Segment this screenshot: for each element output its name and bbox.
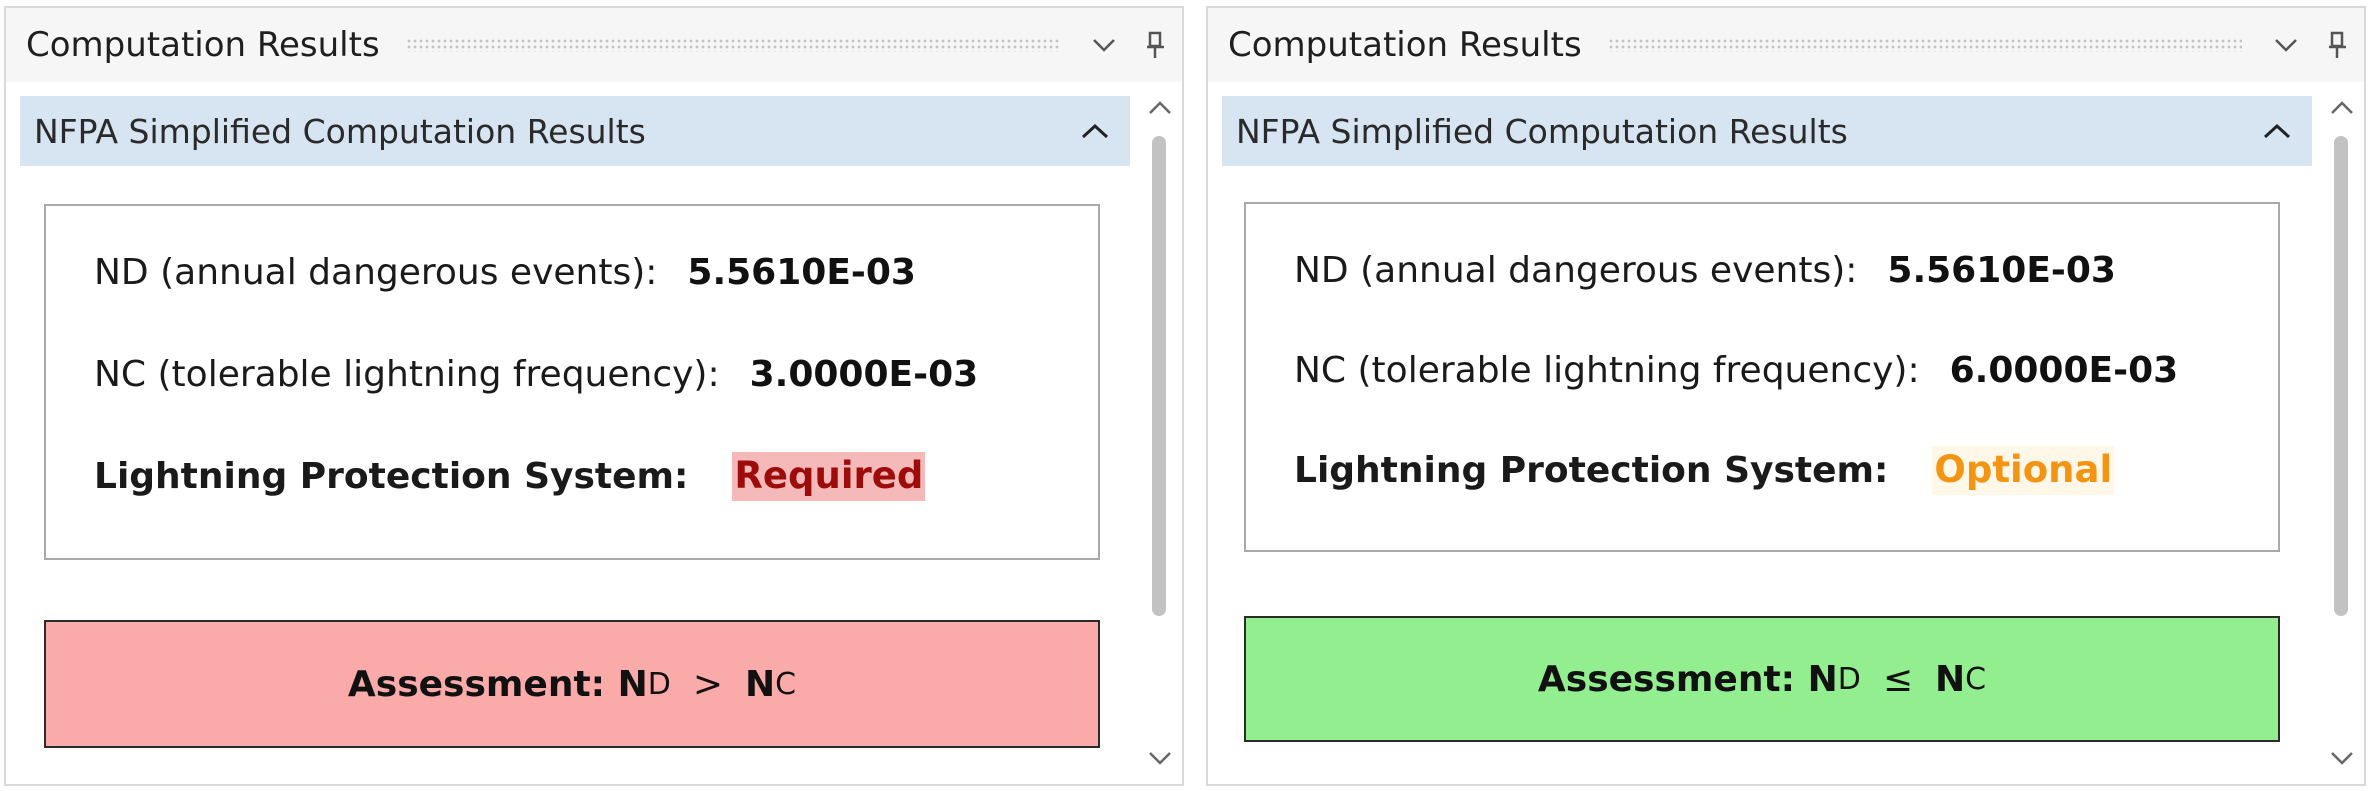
scrollbar-thumb[interactable]	[1152, 136, 1166, 616]
section-header[interactable]: NFPA Simplified Computation Results	[20, 96, 1130, 166]
nd-row: ND (annual dangerous events): 5.5610E-03	[94, 252, 916, 293]
assessment-prefix: Assessment: N	[347, 663, 648, 705]
scrollbar-thumb[interactable]	[2334, 136, 2348, 616]
pin-icon[interactable]	[1130, 8, 1182, 82]
nc-value: 3.0000E-03	[749, 354, 979, 395]
lps-label: Lightning Protection System:	[94, 456, 689, 497]
assessment-prefix: Assessment: N	[1537, 658, 1838, 700]
panel-title: Computation Results	[26, 25, 380, 65]
chevron-up-icon[interactable]	[2242, 96, 2312, 166]
nd-label: ND (annual dangerous events):	[94, 252, 658, 293]
nc-label: NC (tolerable lightning frequency):	[1294, 350, 1920, 391]
lps-label: Lightning Protection System:	[1294, 450, 1889, 491]
nc-row: NC (tolerable lightning frequency): 6.00…	[1294, 350, 2178, 391]
vertical-scrollbar[interactable]	[2320, 82, 2364, 784]
panel-titlebar: Computation Results	[1208, 8, 2364, 82]
scroll-up-icon[interactable]	[2320, 88, 2364, 128]
assessment-banner: Assessment: N D ≤ N C	[1244, 616, 2280, 742]
scroll-down-icon[interactable]	[2320, 738, 2364, 778]
results-box: ND (annual dangerous events): 5.5610E-03…	[1244, 202, 2280, 552]
drag-grip[interactable]	[1607, 38, 2242, 52]
panel-titlebar: Computation Results	[6, 8, 1182, 82]
assessment-sub-d: D	[1837, 661, 1861, 697]
lps-row: Lightning Protection System: Required	[94, 452, 926, 501]
section-header-label: NFPA Simplified Computation Results	[34, 111, 646, 151]
nd-value: 5.5610E-03	[1887, 250, 2116, 291]
assessment-sub-d: D	[647, 666, 671, 702]
section-header[interactable]: NFPA Simplified Computation Results	[1222, 96, 2312, 166]
computation-results-panel-left: Computation Results NFPA Simplified Comp…	[4, 6, 1184, 786]
computation-results-panel-right: Computation Results NFPA Simplified Comp…	[1206, 6, 2366, 786]
assessment-sub-c: C	[775, 666, 797, 702]
chevron-down-icon[interactable]	[2260, 8, 2312, 82]
panel-title: Computation Results	[1228, 25, 1582, 65]
vertical-scrollbar[interactable]	[1138, 82, 1182, 784]
nd-value: 5.5610E-03	[687, 252, 916, 293]
nd-label: ND (annual dangerous events):	[1294, 250, 1858, 291]
nc-value: 6.0000E-03	[1949, 350, 2179, 391]
lps-status-badge: Required	[732, 452, 926, 501]
assessment-sub-c: C	[1965, 661, 1987, 697]
results-box: ND (annual dangerous events): 5.5610E-03…	[44, 204, 1100, 560]
nc-row: NC (tolerable lightning frequency): 3.00…	[94, 354, 978, 395]
assessment-n: N	[1935, 658, 1966, 700]
pin-icon[interactable]	[2312, 8, 2364, 82]
scroll-down-icon[interactable]	[1138, 738, 1182, 778]
nc-label: NC (tolerable lightning frequency):	[94, 354, 720, 395]
assessment-banner: Assessment: N D > N C	[44, 620, 1100, 748]
section-header-label: NFPA Simplified Computation Results	[1236, 111, 1848, 151]
chevron-up-icon[interactable]	[1060, 96, 1130, 166]
chevron-down-icon[interactable]	[1078, 8, 1130, 82]
nd-row: ND (annual dangerous events): 5.5610E-03	[1294, 250, 2116, 291]
drag-grip[interactable]	[405, 38, 1060, 52]
assessment-operator: ≤	[1882, 658, 1913, 700]
lps-status-badge: Optional	[1932, 446, 2115, 495]
lps-row: Lightning Protection System: Optional	[1294, 446, 2115, 495]
scroll-up-icon[interactable]	[1138, 88, 1182, 128]
assessment-n: N	[745, 663, 776, 705]
assessment-operator: >	[692, 663, 723, 705]
